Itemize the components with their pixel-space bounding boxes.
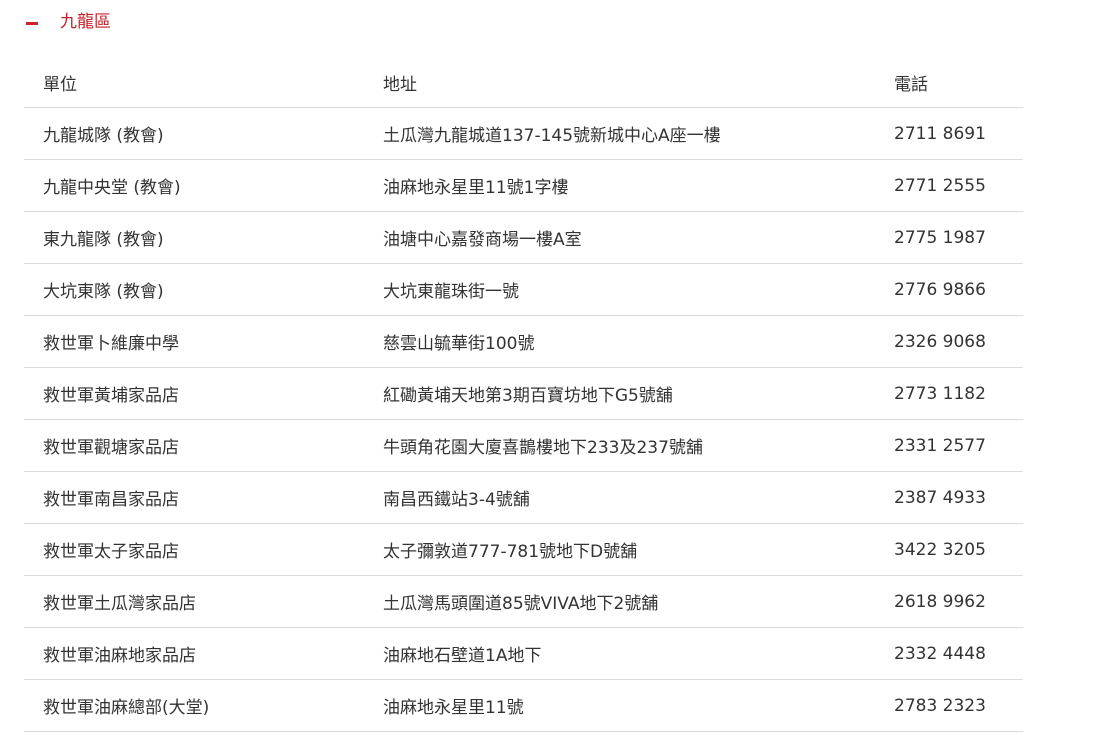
table-row: 東九龍隊 (教會) 油塘中心嘉發商場一樓A室 2775 1987 <box>24 211 1023 264</box>
unit-cell: 救世軍南昌家品店 <box>24 471 383 524</box>
address-cell: 土瓜灣九龍城道137-145號新城中心A座一樓 <box>383 107 894 160</box>
unit-cell: 救世軍太子家品店 <box>24 523 383 576</box>
table-row: 救世軍油麻總部(大堂) 油麻地永星里11號 2783 2323 <box>24 679 1023 732</box>
unit-cell: 救世軍油麻地家品店 <box>24 627 383 680</box>
phone-cell: 2773 1182 <box>894 367 1023 420</box>
unit-cell: 救世軍土瓜灣家品店 <box>24 575 383 628</box>
table-body: 九龍城隊 (教會) 土瓜灣九龍城道137-145號新城中心A座一樓 2711 8… <box>24 107 1023 732</box>
table-row: 救世軍土瓜灣家品店 土瓜灣馬頭圍道85號VIVA地下2號舖 2618 9962 <box>24 575 1023 628</box>
column-header-phone: 電話 <box>894 57 1023 108</box>
phone-cell: 2771 2555 <box>894 159 1023 212</box>
unit-cell: 大坑東隊 (教會) <box>24 263 383 316</box>
address-cell: 太子彌敦道777-781號地下D號舖 <box>383 523 894 576</box>
unit-cell: 東九龍隊 (教會) <box>24 211 383 264</box>
address-cell: 土瓜灣馬頭圍道85號VIVA地下2號舖 <box>383 575 894 628</box>
accordion-header[interactable]: 九龍區 <box>24 0 1023 44</box>
unit-cell: 九龍中央堂 (教會) <box>24 159 383 212</box>
table-row: 大坑東隊 (教會) 大坑東龍珠街一號 2776 9866 <box>24 263 1023 316</box>
address-cell: 油塘中心嘉發商場一樓A室 <box>383 211 894 264</box>
table-row: 救世軍黃埔家品店 紅磡黃埔天地第3期百寶坊地下G5號舖 2773 1182 <box>24 367 1023 420</box>
phone-cell: 2618 9962 <box>894 575 1023 628</box>
column-header-address: 地址 <box>383 57 894 108</box>
table-row: 救世軍觀塘家品店 牛頭角花園大廈喜鵲樓地下233及237號舖 2331 2577 <box>24 419 1023 472</box>
phone-cell: 2326 9068 <box>894 315 1023 368</box>
unit-cell: 救世軍黃埔家品店 <box>24 367 383 420</box>
table-row: 九龍城隊 (教會) 土瓜灣九龍城道137-145號新城中心A座一樓 2711 8… <box>24 107 1023 160</box>
phone-cell: 2775 1987 <box>894 211 1023 264</box>
minus-icon[interactable] <box>26 21 38 25</box>
locations-table: 單位 地址 電話 九龍城隊 (教會) 土瓜灣九龍城道137-145號新城中心A座… <box>24 57 1023 732</box>
address-cell: 牛頭角花園大廈喜鵲樓地下233及237號舖 <box>383 419 894 472</box>
address-cell: 油麻地永星里11號 <box>383 679 894 732</box>
unit-cell: 救世軍油麻總部(大堂) <box>24 679 383 732</box>
unit-cell: 救世軍卜維廉中學 <box>24 315 383 368</box>
table-row: 救世軍太子家品店 太子彌敦道777-781號地下D號舖 3422 3205 <box>24 523 1023 576</box>
table-row: 九龍中央堂 (教會) 油麻地永星里11號1字樓 2771 2555 <box>24 159 1023 212</box>
phone-cell: 2776 9866 <box>894 263 1023 316</box>
section-title: 九龍區 <box>60 12 111 32</box>
phone-cell: 3422 3205 <box>894 523 1023 576</box>
address-cell: 油麻地石壁道1A地下 <box>383 627 894 680</box>
address-cell: 慈雲山毓華街100號 <box>383 315 894 368</box>
table-row: 救世軍油麻地家品店 油麻地石壁道1A地下 2332 4448 <box>24 627 1023 680</box>
address-cell: 油麻地永星里11號1字樓 <box>383 159 894 212</box>
phone-cell: 2331 2577 <box>894 419 1023 472</box>
table-row: 救世軍卜維廉中學 慈雲山毓華街100號 2326 9068 <box>24 315 1023 368</box>
phone-cell: 2387 4933 <box>894 471 1023 524</box>
phone-cell: 2711 8691 <box>894 107 1023 160</box>
address-cell: 大坑東龍珠街一號 <box>383 263 894 316</box>
address-cell: 紅磡黃埔天地第3期百寶坊地下G5號舖 <box>383 367 894 420</box>
unit-cell: 救世軍觀塘家品店 <box>24 419 383 472</box>
phone-cell: 2332 4448 <box>894 627 1023 680</box>
table-row: 救世軍南昌家品店 南昌西鐵站3-4號舖 2387 4933 <box>24 471 1023 524</box>
phone-cell: 2783 2323 <box>894 679 1023 732</box>
accordion-kowloon: 九龍區 單位 地址 電話 九龍城隊 (教會) 土瓜灣九龍城道137-145號新城… <box>24 0 1023 732</box>
column-header-unit: 單位 <box>24 57 383 108</box>
address-cell: 南昌西鐵站3-4號舖 <box>383 471 894 524</box>
unit-cell: 九龍城隊 (教會) <box>24 107 383 160</box>
table-header-row: 單位 地址 電話 <box>24 57 1023 108</box>
